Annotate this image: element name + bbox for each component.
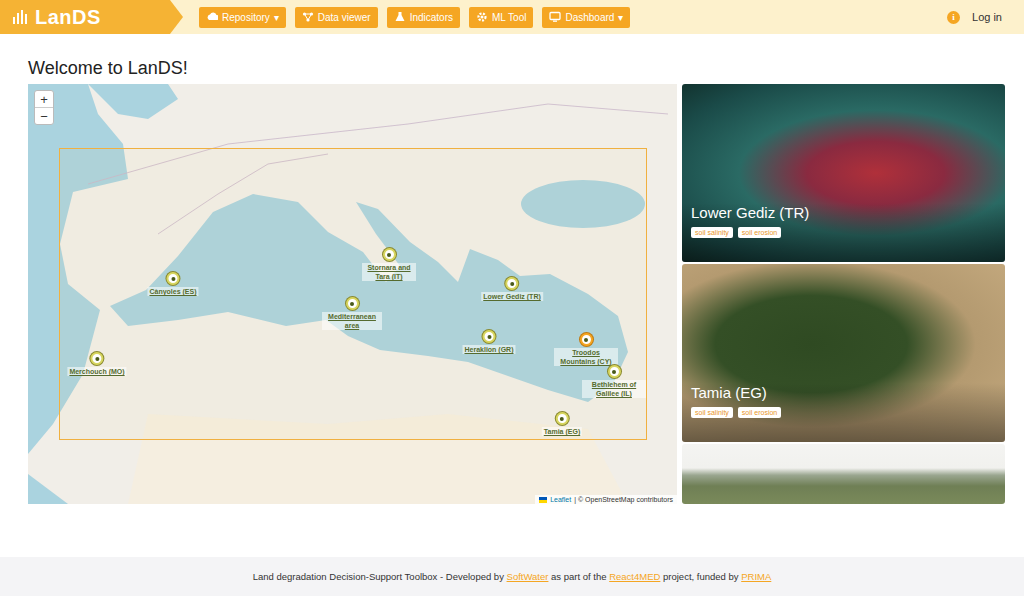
login-link[interactable]: Log in <box>972 11 1002 23</box>
marker-label[interactable]: Stornara and Tara (IT) <box>362 263 416 281</box>
zoom-out-button[interactable]: − <box>35 107 53 124</box>
card-title[interactable]: Lower Gediz (TR) <box>691 203 996 222</box>
marker-label[interactable]: Cànyoles (ES) <box>147 287 198 296</box>
nav-button-label[interactable]: Data viewer <box>318 12 371 23</box>
marker-dot-icon <box>350 302 354 306</box>
bar-chart-icon <box>12 9 30 25</box>
site-card[interactable]: Lower Gediz (TR) soil salinity soil erosio… <box>682 84 1005 262</box>
logo[interactable]: LanDS <box>0 0 183 34</box>
zoom-in-button[interactable]: + <box>35 91 53 107</box>
network-icon <box>302 11 314 23</box>
home-row: +− Cànyoles (ES) Stornara and Tara (IT) Med… <box>28 84 1005 504</box>
card-title[interactable]: Tamia (EG) <box>691 383 996 402</box>
marker-label[interactable]: Merchouch (MO) <box>67 367 126 376</box>
monitor-icon <box>549 11 561 23</box>
site-cards: Lower Gediz (TR) soil salinity soil erosio… <box>682 84 1005 504</box>
site-marker[interactable]: Merchouch (MO) <box>67 352 126 376</box>
site-marker[interactable]: Bethlehem of Galilee (IL) <box>582 365 646 398</box>
site-marker[interactable]: Troodos Mountains (CY) <box>554 333 618 366</box>
card-tag: soil erosion <box>738 407 781 418</box>
marker-dot-icon <box>510 282 514 286</box>
nav-button[interactable]: Dashboard ▾ <box>542 7 630 28</box>
info-icon[interactable]: i <box>947 11 960 24</box>
marker-icon[interactable] <box>506 277 519 290</box>
card-tags: soil salinity soil erosion <box>691 407 996 418</box>
marker-icon[interactable] <box>90 352 103 365</box>
zoom-control: +− <box>34 90 54 125</box>
marker-label[interactable]: Troodos Mountains (CY) <box>554 348 618 366</box>
nav-button-label[interactable]: Repository <box>222 12 270 23</box>
footer-link[interactable]: SoftWater <box>507 571 549 582</box>
nav-button-label[interactable]: Indicators <box>410 12 453 23</box>
main-content: Welcome to LanDS! +− Cànyoles (ES) Stornara… <box>0 34 1024 504</box>
map-attribution: Leaflet| © OpenStreetMap contributors <box>535 495 677 504</box>
marker-dot-icon <box>612 370 616 374</box>
card-tag: soil salinity <box>691 227 733 238</box>
nav-button-label[interactable]: ML Tool <box>492 12 526 23</box>
footer-link[interactable]: PRIMA <box>741 571 771 582</box>
caret-icon[interactable]: ▾ <box>274 12 279 23</box>
flag-icon <box>539 497 547 503</box>
map[interactable]: +− Cànyoles (ES) Stornara and Tara (IT) Med… <box>28 84 677 504</box>
marker-dot-icon <box>560 417 564 421</box>
footer-text: Land degradation Decision-Support Toolbo… <box>253 571 507 582</box>
gear-icon <box>476 11 488 23</box>
page-title: Welcome to LanDS! <box>28 57 1005 79</box>
marker-dot-icon <box>95 357 99 361</box>
site-marker[interactable]: Lower Gediz (TR) <box>481 277 543 301</box>
osm-attribution[interactable]: | © OpenStreetMap contributors <box>574 496 673 503</box>
footer-text: project, funded by <box>660 571 741 582</box>
site-marker[interactable]: Stornara and Tara (IT) <box>362 248 416 281</box>
nav-menu: Repository ▾ Data viewer Indicators ML Tool D… <box>199 7 630 28</box>
marker-label[interactable]: Tamia (EG) <box>542 427 582 436</box>
marker-icon[interactable] <box>346 297 359 310</box>
marker-label[interactable]: Bethlehem of Galilee (IL) <box>582 380 646 398</box>
marker-dot-icon <box>487 335 491 339</box>
marker-label[interactable]: Lower Gediz (TR) <box>481 292 543 301</box>
footer: Land degradation Decision-Support Toolbo… <box>0 557 1024 596</box>
marker-dot-icon <box>171 277 175 281</box>
card-caption: Lower Gediz (TR) soil salinity soil erosio… <box>682 203 1005 262</box>
site-marker[interactable]: Tamia (EG) <box>542 412 582 436</box>
nav-button[interactable]: Data viewer <box>295 7 378 28</box>
nav-button-label[interactable]: Dashboard <box>565 12 614 23</box>
footer-link[interactable]: React4MED <box>609 571 660 582</box>
site-card-photo[interactable] <box>682 444 1005 504</box>
nav-button[interactable]: ML Tool <box>469 7 533 28</box>
marker-icon[interactable] <box>482 330 495 343</box>
marker-icon[interactable] <box>608 365 621 378</box>
marker-label[interactable]: Heraklion (GR) <box>462 345 515 354</box>
marker-icon[interactable] <box>166 272 179 285</box>
marker-icon[interactable] <box>383 248 396 261</box>
card-tag: soil salinity <box>691 407 733 418</box>
leaflet-link[interactable]: Leaflet <box>550 496 571 503</box>
cloud-icon <box>206 11 218 23</box>
site-card[interactable]: Tamia (EG) soil salinity soil erosion <box>682 264 1005 442</box>
marker-label[interactable]: Mediterranean area <box>322 312 382 330</box>
card-tags: soil salinity soil erosion <box>691 227 996 238</box>
flask-icon <box>394 11 406 23</box>
marker-icon[interactable] <box>556 412 569 425</box>
card-tag: soil erosion <box>738 227 781 238</box>
marker-dot-icon <box>584 338 588 342</box>
site-marker[interactable]: Cànyoles (ES) <box>147 272 198 296</box>
marker-icon[interactable] <box>580 333 593 346</box>
nav-button[interactable]: Repository ▾ <box>199 7 286 28</box>
card-caption: Tamia (EG) soil salinity soil erosion <box>682 383 1005 442</box>
site-marker[interactable]: Heraklion (GR) <box>462 330 515 354</box>
nav-right: i Log in <box>947 11 1024 24</box>
caret-icon[interactable]: ▾ <box>618 12 623 23</box>
site-marker[interactable]: Mediterranean area <box>322 297 382 330</box>
marker-dot-icon <box>387 253 391 257</box>
nav-button[interactable]: Indicators <box>387 7 460 28</box>
logo-text[interactable]: LanDS <box>35 6 101 29</box>
top-navbar: LanDS Repository ▾ Data viewer Indicators ML … <box>0 0 1024 34</box>
footer-text: as part of the <box>548 571 609 582</box>
